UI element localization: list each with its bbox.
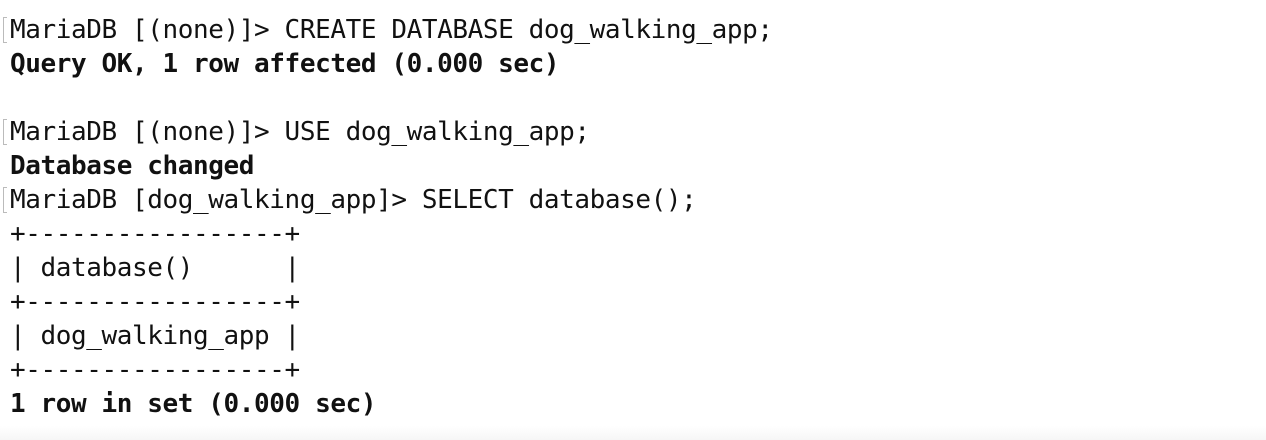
prompt-marker [3, 187, 7, 213]
database-changed-line: Database changed [10, 151, 255, 181]
prompt-line-create-database: MariaDB [(none)]> CREATE DATABASE dog_wa… [10, 15, 773, 45]
table-border-middle: +-----------------+ [10, 287, 300, 317]
window-bottom-edge [0, 426, 1266, 440]
table-border-top: +-----------------+ [10, 219, 300, 249]
table-row: | dog_walking_app | [10, 321, 300, 351]
prompt-line-use-database: MariaDB [(none)]> USE dog_walking_app; [10, 117, 590, 147]
prompt-marker [3, 17, 7, 43]
terminal-window[interactable]: MariaDB [(none)]> CREATE DATABASE dog_wa… [0, 0, 1266, 440]
table-header-row: | database() | [10, 253, 300, 283]
table-border-bottom: +-----------------+ [10, 355, 300, 385]
prompt-marker [3, 119, 7, 145]
row-count-line: 1 row in set (0.000 sec) [10, 389, 377, 419]
prompt-line-select-database: MariaDB [dog_walking_app]> SELECT databa… [10, 185, 697, 215]
query-result-line: Query OK, 1 row affected (0.000 sec) [10, 49, 560, 79]
